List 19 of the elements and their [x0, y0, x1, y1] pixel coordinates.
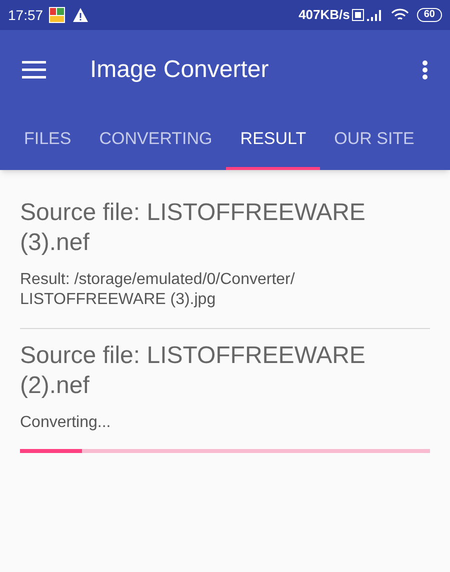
tab[interactable]: RESULT: [226, 110, 320, 170]
more-options-icon[interactable]: [422, 60, 428, 80]
app-icon: [49, 7, 66, 23]
tab[interactable]: OUR SITE: [320, 110, 428, 170]
app-title: Image Converter: [90, 55, 269, 85]
warning-icon: [73, 8, 88, 22]
source-file-title: Source file: LISTOFFREEWARE (3).nef: [20, 198, 366, 258]
network-speed: 407KB/s: [298, 6, 350, 24]
menu-icon[interactable]: [22, 61, 46, 79]
tab[interactable]: CONVERTING: [85, 110, 226, 170]
wifi-icon: [390, 8, 409, 22]
result-path: Result: /storage/emulated/0/Converter/ LISTOFFREEWARE (3).jpg: [20, 270, 296, 310]
signal-icon: [366, 9, 383, 21]
status-text: Converting...: [20, 413, 112, 433]
battery-level: 60: [416, 8, 442, 22]
tab[interactable]: FILES: [10, 110, 86, 170]
source-file-title: Source file: LISTOFFREEWARE (2).nef: [20, 341, 366, 401]
hd-icon: [352, 9, 364, 21]
status-time: 17:57: [8, 6, 44, 24]
